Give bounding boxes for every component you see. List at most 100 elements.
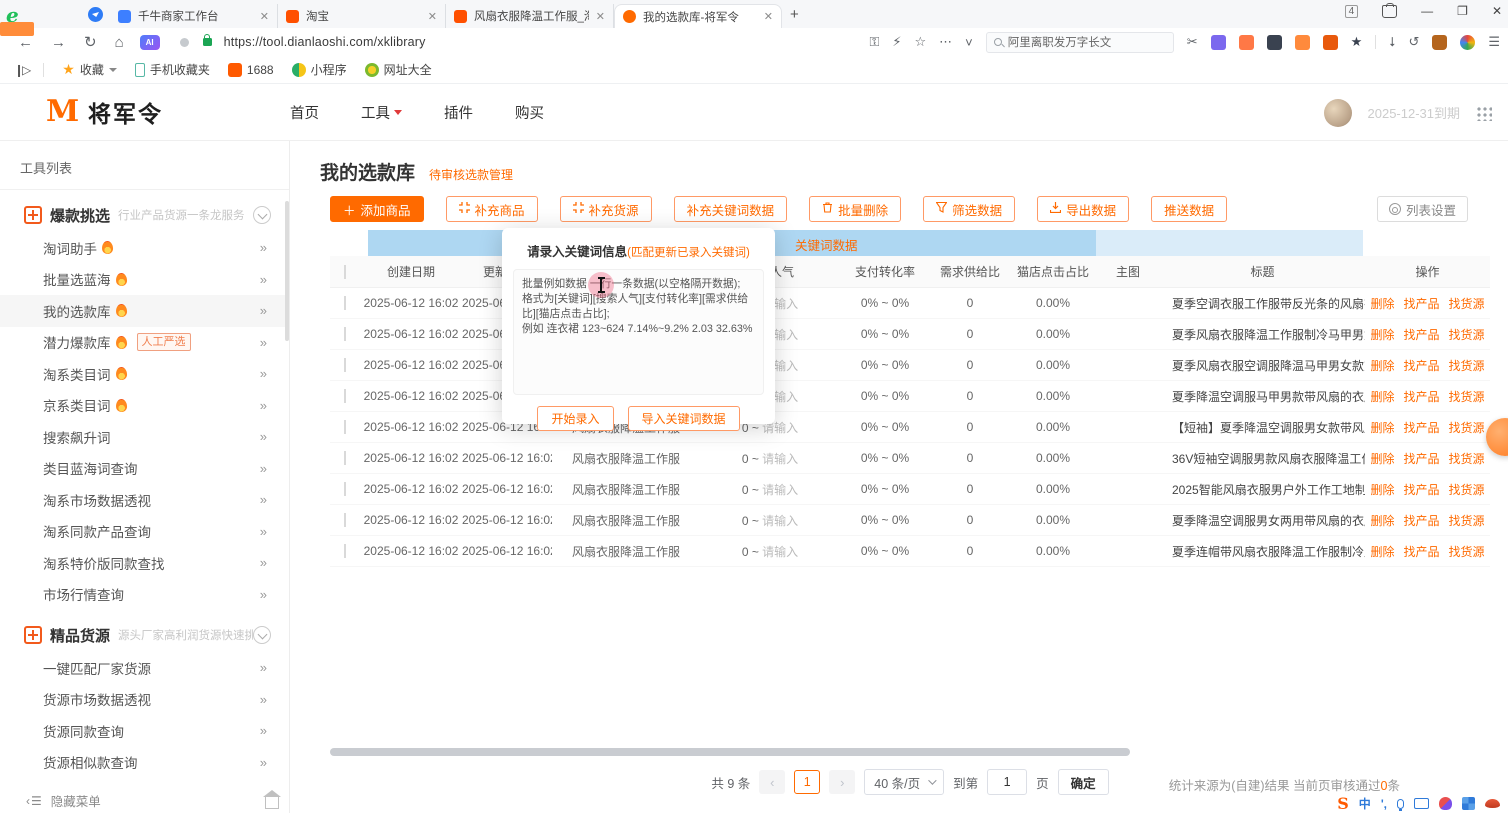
bookmark-star-icon[interactable]: ☆ [915,34,927,50]
sidebar-item-0-11[interactable]: 市场行情查询» [0,579,289,611]
quick-search-box[interactable]: 阿里离职发万字长文 [986,32,1174,53]
back-button[interactable]: ← [18,34,33,51]
page-size-select[interactable]: 40 条/页 [864,769,944,795]
find-supply-link[interactable]: 找货源 [1449,543,1485,560]
bookmark-miniprogram[interactable]: 小程序 [292,61,347,78]
delete-link[interactable]: 删除 [1370,388,1394,405]
toolbar-button-5[interactable]: 导出数据 [1037,196,1129,222]
bookmark-favorites[interactable]: ★ 收藏 [62,61,117,78]
sidebar-section-0[interactable]: 爆款挑选行业产品货源一条龙服务 [0,198,289,232]
browser-tab-0[interactable]: 千牛商家工作台✕ [110,4,278,28]
nav-item-1[interactable]: 工具 [361,102,402,123]
search-popularity-input[interactable]: 0 ~ 请输入 [700,481,840,498]
row-checkbox[interactable] [344,327,346,341]
extension-icon-house[interactable] [1295,35,1310,50]
find-product-link[interactable]: 找产品 [1403,326,1439,343]
row-checkbox[interactable] [344,482,346,496]
user-avatar[interactable] [1324,99,1352,127]
apps-grid-icon[interactable] [1476,105,1492,121]
delete-link[interactable]: 删除 [1370,357,1394,374]
ai-assistant-button[interactable]: AI [140,35,160,50]
keyboard-icon[interactable] [1414,798,1429,809]
paw-icon[interactable] [1439,797,1452,810]
start-entry-button[interactable]: 开始录入 [537,406,613,431]
find-supply-link[interactable]: 找货源 [1449,388,1485,405]
goto-page-input[interactable]: 1 [987,769,1027,795]
password-key-icon[interactable]: ⚿ [869,34,879,50]
nav-item-3[interactable]: 购买 [515,102,544,123]
sidebar-item-0-10[interactable]: 淘系特价版同款查找» [0,547,289,579]
toolbar-button-3[interactable]: 批量删除 [809,196,901,222]
delete-link[interactable]: 删除 [1370,295,1394,312]
extension-icon-c[interactable] [1323,35,1338,50]
find-supply-link[interactable]: 找货源 [1449,512,1485,529]
row-checkbox[interactable] [344,420,346,434]
search-popularity-input[interactable]: 0 ~ 请输入 [700,512,840,529]
hide-menu-bar[interactable]: ‹☰ 隐藏菜单 [0,788,290,813]
extension-icon-dark[interactable] [1267,35,1282,50]
tab-close-icon[interactable]: ✕ [428,10,437,23]
nav-item-0[interactable]: 首页 [290,102,319,123]
menu-icon[interactable]: ☰ [1488,34,1500,50]
extension-icon-orange[interactable] [1239,35,1254,50]
toolbar-button-4[interactable]: 筛选数据 [923,196,1015,222]
add-product-button[interactable]: ＋ 添加商品 [330,196,424,222]
find-product-link[interactable]: 找产品 [1403,481,1439,498]
keyword-textarea[interactable]: 批量例如数据 一行一条数据(以空格隔开数据); 格式为[关键词][搜索人气][支… [513,269,764,395]
find-supply-link[interactable]: 找货源 [1449,295,1485,312]
new-tab-button[interactable]: + [790,6,799,23]
toolbar-button-2[interactable]: 补充关键词数据 [674,196,788,222]
sidebar-item-1-0[interactable]: 一键匹配厂家货源» [0,652,289,684]
sidebar-item-0-9[interactable]: 淘系同款产品查询» [0,516,289,548]
find-product-link[interactable]: 找产品 [1403,543,1439,560]
row-checkbox[interactable] [344,358,346,372]
list-settings-button[interactable]: 列表设置 [1377,196,1468,222]
toolbar-button-0[interactable]: 补充商品 [446,196,538,222]
row-checkbox[interactable] [344,544,346,558]
find-product-link[interactable]: 找产品 [1403,450,1439,467]
find-product-link[interactable]: 找产品 [1403,388,1439,405]
toolbar-button-6[interactable]: 推送数据 [1151,196,1227,222]
goto-confirm-button[interactable]: 确定 [1058,769,1109,795]
find-product-link[interactable]: 找产品 [1403,419,1439,436]
tab-close-icon[interactable]: ✕ [260,10,269,23]
delete-link[interactable]: 删除 [1370,512,1394,529]
delete-link[interactable]: 删除 [1370,419,1394,436]
ime-mode[interactable]: 中 [1359,795,1371,812]
sidebar-item-1-3[interactable]: 货源相似款查询» [0,747,289,779]
delete-link[interactable]: 删除 [1370,543,1394,560]
next-page-button[interactable]: › [829,770,855,794]
sidebar-scrollbar[interactable] [285,201,289,341]
skin-icon[interactable] [1485,799,1500,808]
collapse-chevron-icon[interactable] [253,206,271,224]
select-all-checkbox[interactable] [344,265,346,279]
minimize-button[interactable]: — [1421,4,1433,18]
flash-icon[interactable]: ⚡ [892,34,901,50]
tab-close-icon[interactable]: ✕ [596,10,605,23]
bookmark-site-directory[interactable]: 网址大全 [365,61,432,78]
sidebar-item-0-5[interactable]: 京系类目词» [0,390,289,422]
address-bar[interactable]: https://tool.dianlaoshi.com/xklibrary [224,35,426,49]
search-popularity-input[interactable]: 0 ~ 请输入 [700,450,840,467]
profile-icon[interactable] [88,7,103,22]
close-button[interactable]: ✕ [1492,4,1502,18]
row-checkbox[interactable] [344,296,346,310]
row-checkbox[interactable] [344,513,346,527]
collapse-chevron-icon[interactable] [253,626,271,644]
sidebar-item-0-2[interactable]: 我的选款库» [0,295,289,327]
download-icon[interactable]: ⭣ [1389,34,1395,50]
toolbox-grid-icon[interactable] [1462,797,1475,810]
delete-link[interactable]: 删除 [1370,450,1394,467]
theme-icon[interactable] [1382,5,1397,18]
sidebar-item-0-4[interactable]: 淘系类目词» [0,358,289,390]
sidebar-item-1-2[interactable]: 货源同款查询» [0,715,289,747]
delete-link[interactable]: 删除 [1370,481,1394,498]
profile-avatar-icon[interactable] [1460,35,1475,50]
find-supply-link[interactable]: 找货源 [1449,357,1485,374]
sidebar-item-0-7[interactable]: 类目蓝海词查询» [0,453,289,485]
sidebar-toggle-icon[interactable]: ❙▷ [14,63,29,77]
bookmark-1688[interactable]: 1688 [228,63,274,77]
sidebar-item-0-1[interactable]: 批量选蓝海» [0,264,289,296]
ime-punct[interactable]: ', [1381,797,1387,811]
mic-icon[interactable] [1397,799,1404,809]
